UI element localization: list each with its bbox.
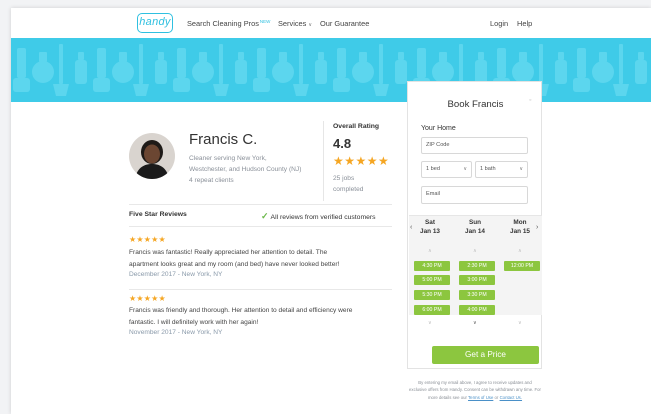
overall-rating-value: 4.8 — [333, 136, 352, 151]
new-badge: NEW — [259, 19, 271, 24]
your-home-label: Your Home — [421, 125, 456, 132]
scroll-down-icon[interactable]: ∨ — [473, 320, 477, 326]
review-date: December 2017 - New York, NY — [129, 271, 223, 278]
bedrooms-select[interactable]: 1 bed ∨ — [421, 161, 472, 178]
verified-text: All reviews from verified customers — [270, 214, 376, 221]
rating-stars-icon: ★★★★★ — [333, 154, 390, 168]
avatar — [129, 133, 175, 179]
review-text-line1: Francis was friendly and thorough. Her a… — [129, 307, 353, 314]
repeat-clients: 4 repeat clients — [189, 177, 234, 184]
nav-our-guarantee[interactable]: Our Guarantee — [320, 19, 369, 28]
nav-search-cleaning-pros[interactable]: Search Cleaning ProsNEW — [187, 19, 270, 28]
hero-banner — [11, 38, 651, 102]
time-slot[interactable]: 4:00 PM — [459, 305, 495, 315]
time-slot[interactable]: 12:00 PM — [504, 261, 540, 271]
scroll-up-icon[interactable]: ∧ — [473, 248, 477, 254]
top-nav: handy Search Cleaning ProsNEW Services ∨ … — [11, 8, 651, 38]
review-stars-icon: ★★★★★ — [129, 294, 166, 303]
bedrooms-value: 1 bed — [426, 166, 440, 172]
overall-rating-title: Overall Rating — [333, 123, 380, 130]
page: handy Search Cleaning ProsNEW Services ∨ … — [11, 8, 651, 414]
day-date: Jan 14 — [465, 227, 485, 235]
review-text-line2: fantastic. I will definitely work with h… — [129, 318, 259, 326]
chevron-down-icon: ∨ — [519, 166, 523, 172]
email-field[interactable]: Email — [421, 186, 528, 204]
reviews-divider-top — [129, 204, 392, 205]
time-slot[interactable]: 5:30 PM — [414, 290, 450, 300]
day-header-sat: Sat Jan 13 — [414, 219, 446, 236]
nav-login[interactable]: Login — [490, 19, 508, 28]
jobs-completed-label: completed — [333, 186, 364, 193]
review-text: Francis was friendly and thorough. Her a… — [129, 305, 399, 328]
profile-divider — [323, 121, 324, 201]
serving-area-line2: Westchester, and Hudson County (NJ) — [189, 166, 302, 173]
terms-of-use-link[interactable]: Terms of Use — [468, 395, 493, 400]
bathrooms-select[interactable]: 1 bath ∨ — [475, 161, 528, 178]
nav-services-label: Services — [278, 19, 307, 28]
time-slot[interactable]: 6:00 PM — [414, 305, 450, 315]
bathrooms-value: 1 bath — [480, 166, 496, 172]
time-slot[interactable]: 3:30 PM — [459, 290, 495, 300]
cleaner-name: Francis C. — [189, 131, 258, 148]
jobs-completed: 25 jobs completed — [333, 173, 383, 195]
next-week-arrow-icon[interactable]: › — [536, 224, 538, 231]
scroll-down-icon[interactable]: ∨ — [518, 320, 522, 326]
prev-week-arrow-icon[interactable]: ‹ — [410, 224, 412, 231]
scroll-up-icon[interactable]: ∧ — [428, 248, 432, 254]
review-stars-icon: ★★★★★ — [129, 235, 166, 244]
review-text-line1: Francis was fantastic! Really appreciate… — [129, 249, 328, 256]
reviews-heading: Five Star Reviews — [129, 211, 187, 218]
reviews-divider — [129, 226, 392, 227]
day-of-week: Sun — [468, 219, 482, 226]
day-header-sun: Sun Jan 14 — [459, 219, 491, 236]
handy-logo[interactable]: handy — [137, 13, 173, 33]
chevron-down-icon: ∨ — [308, 22, 313, 28]
scroll-down-icon[interactable]: ∨ — [428, 320, 432, 326]
close-icon[interactable]: ◦ — [529, 97, 531, 104]
day-date: Jan 15 — [510, 227, 530, 235]
contact-us-link[interactable]: Contact Us. — [500, 395, 522, 400]
time-slot[interactable]: 3:00 PM — [459, 275, 495, 285]
scroll-up-icon[interactable]: ∧ — [518, 248, 522, 254]
cleaning-pattern-icon — [11, 38, 651, 102]
day-date: Jan 13 — [420, 227, 440, 235]
jobs-count: 25 jobs — [333, 175, 355, 182]
consent-fineprint: By entering my email above, I agree to r… — [409, 379, 541, 401]
time-slot[interactable]: 2:30 PM — [459, 261, 495, 271]
review-text-line2: apartment looks great and my room (and b… — [129, 260, 340, 268]
review-text: Francis was fantastic! Really appreciate… — [129, 247, 399, 270]
nav-search-label: Search Cleaning Pros — [187, 19, 259, 28]
review-separator — [129, 289, 392, 290]
serving-area-line1: Cleaner serving New York, — [189, 155, 267, 162]
booking-card: Book Francis ◦ Your Home ZIP Code 1 bed ∨… — [407, 81, 542, 369]
zip-code-input[interactable]: ZIP Code — [421, 137, 528, 154]
day-of-week: Mon — [513, 219, 527, 226]
consent-or: or — [494, 394, 499, 400]
day-header-mon: Mon Jan 15 — [504, 219, 536, 236]
day-of-week: Sat — [425, 219, 435, 226]
time-slot[interactable]: 4:30 PM — [414, 261, 450, 271]
nav-help[interactable]: Help — [517, 19, 532, 28]
time-slot[interactable]: 5:00 PM — [414, 275, 450, 285]
nav-services[interactable]: Services ∨ — [278, 19, 312, 28]
chevron-down-icon: ∨ — [463, 166, 467, 172]
booking-title: Book Francis — [447, 99, 504, 110]
verified-note: ✓ All reviews from verified customers — [261, 211, 376, 222]
get-a-price-button[interactable]: Get a Price — [432, 346, 539, 364]
checkmark-icon: ✓ — [261, 211, 269, 221]
review-date: November 2017 - New York, NY — [129, 329, 223, 336]
